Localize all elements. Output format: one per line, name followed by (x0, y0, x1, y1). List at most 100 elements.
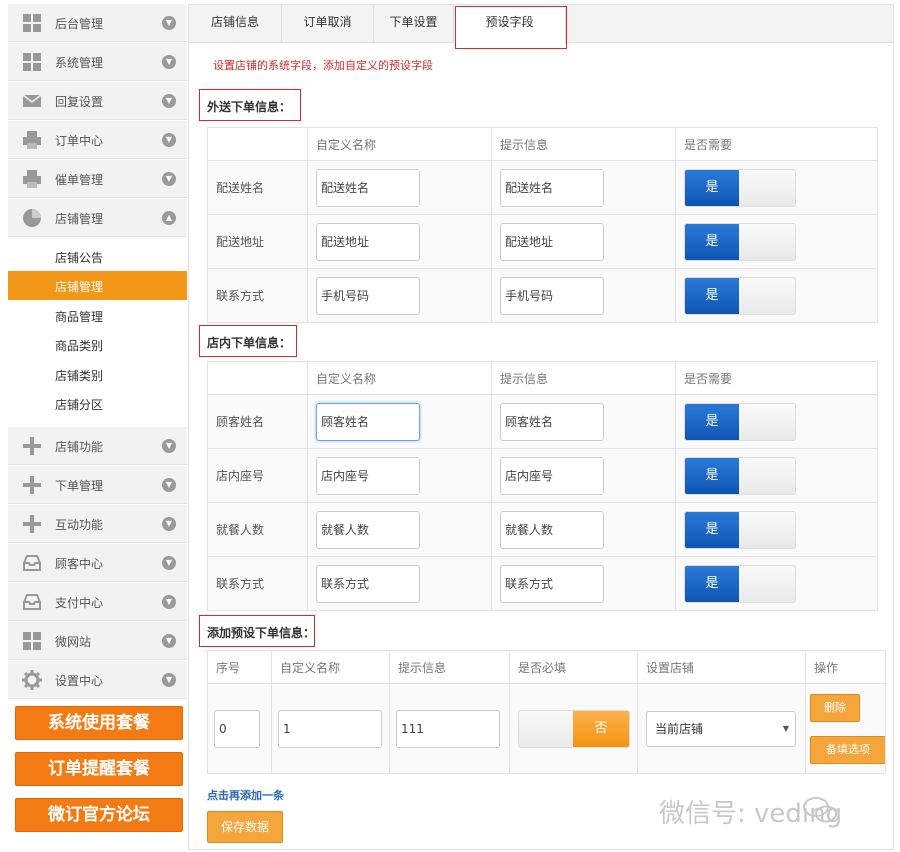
sidebar-item-orders[interactable]: 订单中心 ▼ (8, 121, 187, 159)
sidebar-item-backend[interactable]: 后台管理 ▼ (8, 4, 187, 42)
sidebar-subitem-store-zone[interactable]: 店铺分区 (8, 389, 187, 418)
chevron-down-icon[interactable]: ▼ (162, 595, 176, 609)
table-header-row: 自定义名称 提示信息 是否需要 (207, 127, 878, 161)
required-toggle[interactable]: 否 (518, 709, 630, 748)
index-input[interactable] (214, 709, 260, 748)
toggle-on-label: 是 (685, 277, 739, 314)
store-select[interactable]: 当前店铺 ▼ (646, 710, 796, 747)
sidebar-item-system[interactable]: 系统管理 ▼ (8, 43, 187, 81)
options-button[interactable]: 备填选项 (810, 735, 886, 764)
hint-input[interactable] (500, 402, 604, 441)
sidebar-item-store-features[interactable]: 店铺功能 ▼ (8, 427, 187, 465)
custom-name-input[interactable] (316, 402, 420, 441)
chevron-down-icon[interactable]: ▼ (162, 55, 176, 69)
hint-input[interactable] (500, 564, 604, 603)
sidebar-item-store[interactable]: 店铺管理 ▲ (8, 199, 187, 237)
section-title-add-preset: 添加预设下单信息： (207, 626, 316, 640)
chevron-up-icon[interactable]: ▲ (162, 211, 176, 225)
hint-input[interactable] (500, 510, 604, 549)
chevron-down-icon[interactable]: ▼ (162, 94, 176, 108)
table-row: 配送姓名 是 (207, 160, 878, 215)
sidebar-item-microsite[interactable]: 微网站 ▼ (8, 622, 187, 660)
section-title-delivery: 外送下单信息： (207, 100, 292, 114)
toggle-on-label: 是 (685, 169, 739, 206)
required-toggle[interactable]: 是 (684, 222, 796, 261)
chevron-down-icon[interactable]: ▼ (162, 556, 176, 570)
sidebar-subitem-label: 店铺类别 (55, 369, 104, 383)
grid-icon (23, 53, 41, 71)
gear-icon (22, 670, 42, 690)
required-toggle[interactable]: 是 (684, 564, 796, 603)
column-header: 提示信息 (491, 127, 676, 161)
row-label: 顾客姓名 (207, 394, 308, 449)
sidebar-item-customers[interactable]: 顾客中心 ▼ (8, 544, 187, 582)
sidebar-subitem-label: 店铺管理 (55, 280, 104, 294)
column-header: 提示信息 (491, 361, 676, 395)
promo-button-order-alert-plan[interactable]: 订单提醒套餐 (15, 752, 183, 786)
delete-button[interactable]: 删除 (810, 693, 860, 722)
sidebar-item-label: 回复设置 (55, 95, 104, 109)
sidebar-subitem-store-manage[interactable]: 店铺管理 (8, 271, 187, 300)
hint-input[interactable] (500, 222, 604, 261)
sidebar-item-reply[interactable]: 回复设置 ▼ (8, 82, 187, 120)
sidebar-item-payment[interactable]: 支付中心 ▼ (8, 583, 187, 621)
tray-icon (23, 594, 41, 610)
sidebar-subitem-notice[interactable]: 店铺公告 (8, 242, 187, 271)
hint-input[interactable] (500, 456, 604, 495)
chevron-down-icon[interactable]: ▼ (162, 16, 176, 30)
add-row-link[interactable]: 点击再添加一条 (207, 787, 284, 803)
tab-order-settings[interactable]: 下单设置 (374, 5, 454, 43)
custom-name-input[interactable] (316, 564, 420, 603)
custom-name-input[interactable] (316, 276, 420, 315)
highlight-box (455, 6, 567, 49)
sidebar-subitem-product-category[interactable]: 商品类别 (8, 330, 187, 359)
tab-order-cancel[interactable]: 订单取消 (282, 5, 374, 43)
row-label: 店内座号 (207, 448, 308, 503)
chevron-down-icon[interactable]: ▼ (162, 517, 176, 531)
custom-name-input[interactable] (278, 709, 382, 748)
sidebar-subitem-store-category[interactable]: 店铺类别 (8, 360, 187, 389)
sidebar-item-label: 支付中心 (55, 596, 104, 610)
main-panel: 店铺信息 订单取消 下单设置 预设字段 设置店铺的系统字段，添加自定义的预设字段… (188, 4, 894, 850)
table-row: 就餐人数 是 (207, 502, 878, 557)
required-toggle[interactable]: 是 (684, 402, 796, 441)
custom-name-input[interactable] (316, 168, 420, 207)
promo-button-forum[interactable]: 微订官方论坛 (15, 798, 183, 832)
custom-name-input[interactable] (316, 456, 420, 495)
sidebar-item-settings[interactable]: 设置中心 ▼ (8, 661, 187, 699)
custom-name-input[interactable] (316, 222, 420, 261)
sidebar-item-urge[interactable]: 催单管理 ▼ (8, 160, 187, 198)
grid-icon (23, 632, 41, 650)
required-toggle[interactable]: 是 (684, 276, 796, 315)
hint-input[interactable] (396, 709, 500, 748)
chevron-down-icon[interactable]: ▼ (162, 673, 176, 687)
chevron-down-icon[interactable]: ▼ (162, 172, 176, 186)
required-toggle[interactable]: 是 (684, 168, 796, 207)
column-header: 提示信息 (389, 650, 510, 684)
sidebar-item-order-manage[interactable]: 下单管理 ▼ (8, 466, 187, 504)
chevron-down-icon[interactable]: ▼ (162, 478, 176, 492)
sidebar-item-label: 订单中心 (55, 134, 104, 148)
sidebar-item-label: 顾客中心 (55, 557, 104, 571)
sidebar-item-interactive[interactable]: 互动功能 ▼ (8, 505, 187, 543)
sidebar-item-label: 设置中心 (55, 674, 104, 688)
row-label: 联系方式 (207, 268, 308, 323)
column-header: 操作 (805, 650, 886, 684)
watermark-text: 微信号: veding (659, 799, 843, 829)
column-header: 是否需要 (675, 127, 878, 161)
required-toggle[interactable]: 是 (684, 510, 796, 549)
custom-name-input[interactable] (316, 510, 420, 549)
hint-input[interactable] (500, 168, 604, 207)
tab-store-info[interactable]: 店铺信息 (189, 5, 282, 43)
table-row: 顾客姓名 是 (207, 394, 878, 449)
chevron-down-icon[interactable]: ▼ (162, 634, 176, 648)
save-button[interactable]: 保存数据 (207, 811, 283, 843)
promo-button-system-plan[interactable]: 系统使用套餐 (15, 706, 183, 740)
pie-icon (23, 209, 41, 227)
sidebar-item-label: 微网站 (55, 635, 92, 649)
chevron-down-icon[interactable]: ▼ (162, 439, 176, 453)
chevron-down-icon[interactable]: ▼ (162, 133, 176, 147)
hint-input[interactable] (500, 276, 604, 315)
required-toggle[interactable]: 是 (684, 456, 796, 495)
sidebar-subitem-products[interactable]: 商品管理 (8, 301, 187, 330)
